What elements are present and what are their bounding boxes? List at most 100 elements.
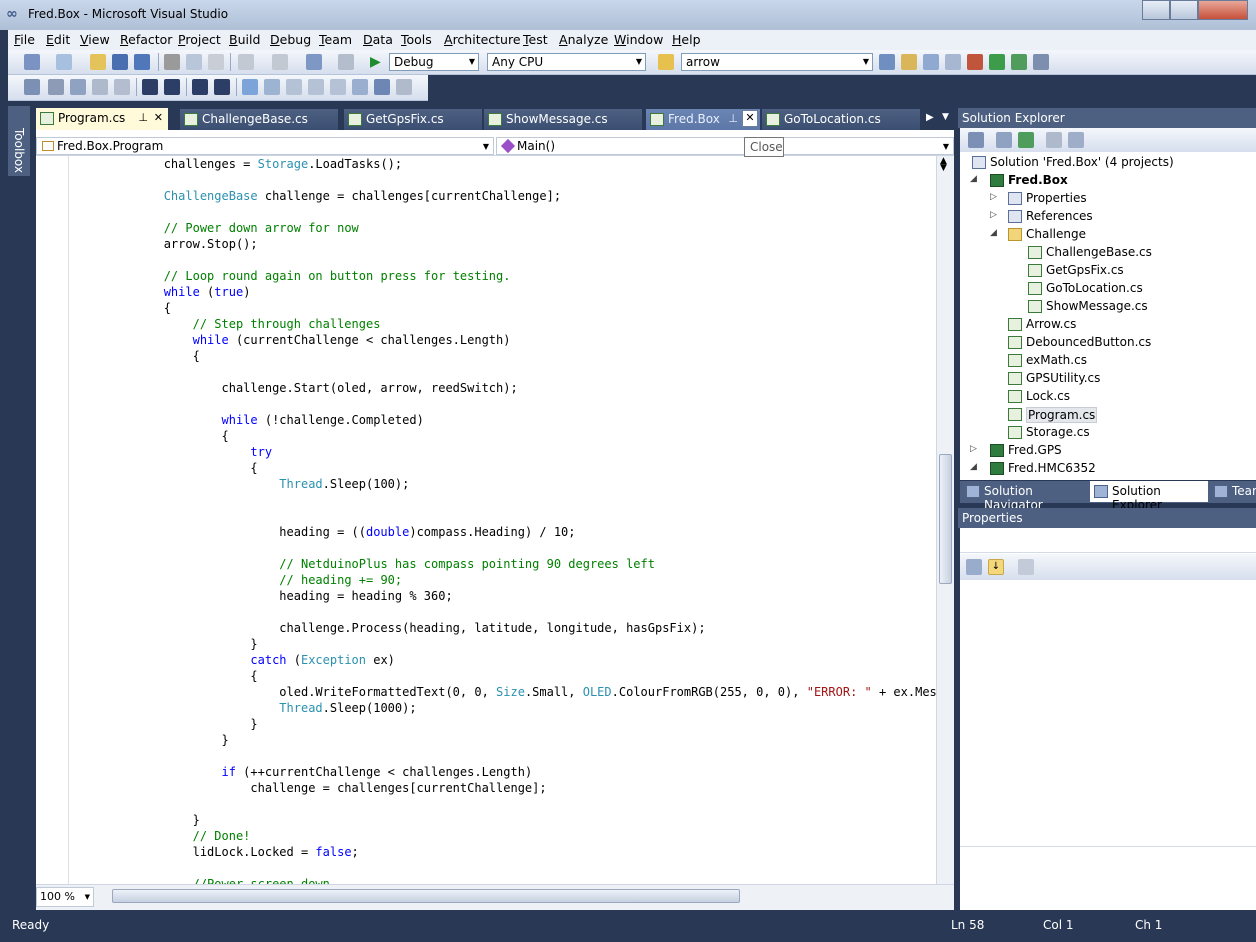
tab-challengebase-cs[interactable]: ChallengeBase.cs	[180, 109, 338, 130]
view-class-diagram-icon[interactable]	[1068, 132, 1084, 148]
active-files-icon[interactable]: ▼	[942, 112, 949, 122]
vertical-scrollbar[interactable]: ▲ ▼	[936, 156, 954, 884]
increase-indent-icon[interactable]	[164, 79, 180, 95]
refresh-icon[interactable]	[1018, 132, 1034, 148]
uncomment-icon[interactable]	[214, 79, 230, 95]
menu-file[interactable]: File	[14, 32, 35, 47]
cut-icon[interactable]	[164, 54, 180, 70]
next-bookmark-icon[interactable]	[286, 79, 302, 95]
expand-icon[interactable]: ▷	[990, 210, 997, 220]
close-tab-icon[interactable]: ✕	[742, 110, 758, 127]
categorized-icon[interactable]	[966, 559, 982, 575]
save-icon[interactable]	[112, 54, 128, 70]
tab-gotolocation-cs[interactable]: GoToLocation.cs	[762, 109, 920, 130]
clear-bookmarks-icon[interactable]	[396, 79, 412, 95]
properties-icon[interactable]	[968, 132, 984, 148]
split-handle-icon[interactable]: ▲ ▼	[940, 157, 952, 173]
output-window-icon[interactable]	[989, 54, 1005, 70]
menu-architecture[interactable]: Architecture	[444, 32, 521, 47]
show-all-files-icon[interactable]	[996, 132, 1012, 148]
toolbox-window-icon[interactable]	[945, 54, 961, 70]
menu-tools[interactable]: Tools	[401, 32, 432, 47]
find-combo[interactable]: arrow ▼	[681, 53, 873, 71]
start-page-icon[interactable]	[1011, 54, 1027, 70]
solution-platform-combo[interactable]: Any CPU ▼	[487, 53, 646, 71]
paste-icon[interactable]	[208, 54, 224, 70]
menu-help[interactable]: Help	[672, 32, 701, 47]
menu-test[interactable]: Test	[523, 32, 548, 47]
display-object-member-list-icon[interactable]	[24, 79, 40, 95]
open-folder-icon[interactable]	[90, 54, 106, 70]
menu-debug[interactable]: Debug	[270, 32, 311, 47]
tab-solution-explorer[interactable]: Solution Explorer	[1090, 481, 1208, 512]
menu-data[interactable]: Data	[363, 32, 393, 47]
toolbox-tab[interactable]: Toolbox	[8, 106, 30, 176]
scroll-thumb[interactable]	[939, 454, 952, 584]
word-completion-icon[interactable]	[92, 79, 108, 95]
alphabetical-icon[interactable]: ↓	[988, 559, 1004, 575]
command-window-icon[interactable]	[1033, 54, 1049, 70]
previous-bookmark-folder-icon[interactable]	[308, 79, 324, 95]
undo-icon[interactable]	[238, 54, 254, 70]
expand-icon[interactable]: ▷	[990, 192, 997, 202]
navigate-forward-icon[interactable]	[338, 54, 354, 70]
close-window-button[interactable]	[1198, 0, 1248, 20]
redo-icon[interactable]	[272, 54, 288, 70]
menu-project[interactable]: Project	[178, 32, 221, 47]
properties-object-combo[interactable]	[960, 528, 1256, 553]
collapse-icon[interactable]: ◢	[990, 228, 997, 238]
object-browser-icon[interactable]	[923, 54, 939, 70]
menu-analyze[interactable]: Analyze	[559, 32, 608, 47]
pin-icon[interactable]: ⊥	[728, 112, 738, 125]
error-list-icon[interactable]	[967, 54, 983, 70]
code-editor[interactable]: challenges = Storage.LoadTasks(); Challe…	[36, 156, 936, 884]
tab-solution-navigator[interactable]: Solution Navigator	[962, 481, 1088, 512]
start-debugging-icon[interactable]: ▶	[370, 54, 386, 70]
members-combo[interactable]: Main() ▼	[496, 137, 954, 155]
menu-build[interactable]: Build	[229, 32, 260, 47]
find-in-files-icon[interactable]	[658, 54, 674, 70]
menu-team[interactable]: Team	[319, 32, 352, 47]
maximize-button[interactable]	[1170, 0, 1198, 20]
navigate-backward-icon[interactable]	[306, 54, 322, 70]
scroll-tabs-icon[interactable]: ▶	[926, 112, 934, 123]
collapse-icon[interactable]: ◢	[970, 174, 977, 184]
menu-view[interactable]: View	[80, 32, 110, 47]
save-all-icon[interactable]	[134, 54, 150, 70]
add-item-icon[interactable]	[56, 54, 72, 70]
previous-bookmark-document-icon[interactable]	[352, 79, 368, 95]
find-symbol-icon[interactable]	[879, 54, 895, 70]
close-tab-icon[interactable]: ✕	[154, 111, 163, 124]
expand-icon[interactable]: ▷	[970, 444, 977, 454]
menu-edit[interactable]: Edit	[46, 32, 70, 47]
menu-refactor[interactable]: Refactor	[120, 32, 172, 47]
view-code-icon[interactable]	[1046, 132, 1062, 148]
menu-window[interactable]: Window	[614, 32, 663, 47]
property-pages-icon[interactable]	[1018, 559, 1034, 575]
comment-out-icon[interactable]	[192, 79, 208, 95]
properties-window-icon[interactable]	[901, 54, 917, 70]
new-project-icon[interactable]	[24, 54, 40, 70]
types-combo[interactable]: Fred.Box.Program ▼	[36, 137, 494, 155]
complete-word-icon[interactable]	[114, 79, 130, 95]
toggle-bookmark-icon[interactable]	[242, 79, 258, 95]
solution-configuration-combo[interactable]: Debug ▼	[389, 53, 479, 71]
next-bookmark-folder-icon[interactable]	[330, 79, 346, 95]
tab-program-cs[interactable]: Program.cs ⊥ ✕	[36, 108, 168, 130]
status-text: Ready	[12, 918, 50, 932]
next-bookmark-document-icon[interactable]	[374, 79, 390, 95]
copy-icon[interactable]	[186, 54, 202, 70]
decrease-indent-icon[interactable]	[142, 79, 158, 95]
pin-icon[interactable]: ⊥	[138, 111, 148, 124]
tab-showmessage-cs[interactable]: ShowMessage.cs	[484, 109, 642, 130]
horizontal-scroll-thumb[interactable]	[112, 889, 740, 903]
collapse-icon[interactable]: ◢	[970, 462, 977, 472]
parameter-info-icon[interactable]	[48, 79, 64, 95]
previous-bookmark-icon[interactable]	[264, 79, 280, 95]
minimize-button[interactable]	[1142, 0, 1170, 20]
tab-team[interactable]: Team	[1210, 481, 1256, 502]
tab-getgpsfix-cs[interactable]: GetGpsFix.cs	[344, 109, 482, 130]
zoom-combo[interactable]: 100 % ▼	[36, 887, 94, 907]
quick-info-icon[interactable]	[70, 79, 86, 95]
tab-fred-box[interactable]: Fred.Box ⊥ ✕	[646, 109, 760, 130]
